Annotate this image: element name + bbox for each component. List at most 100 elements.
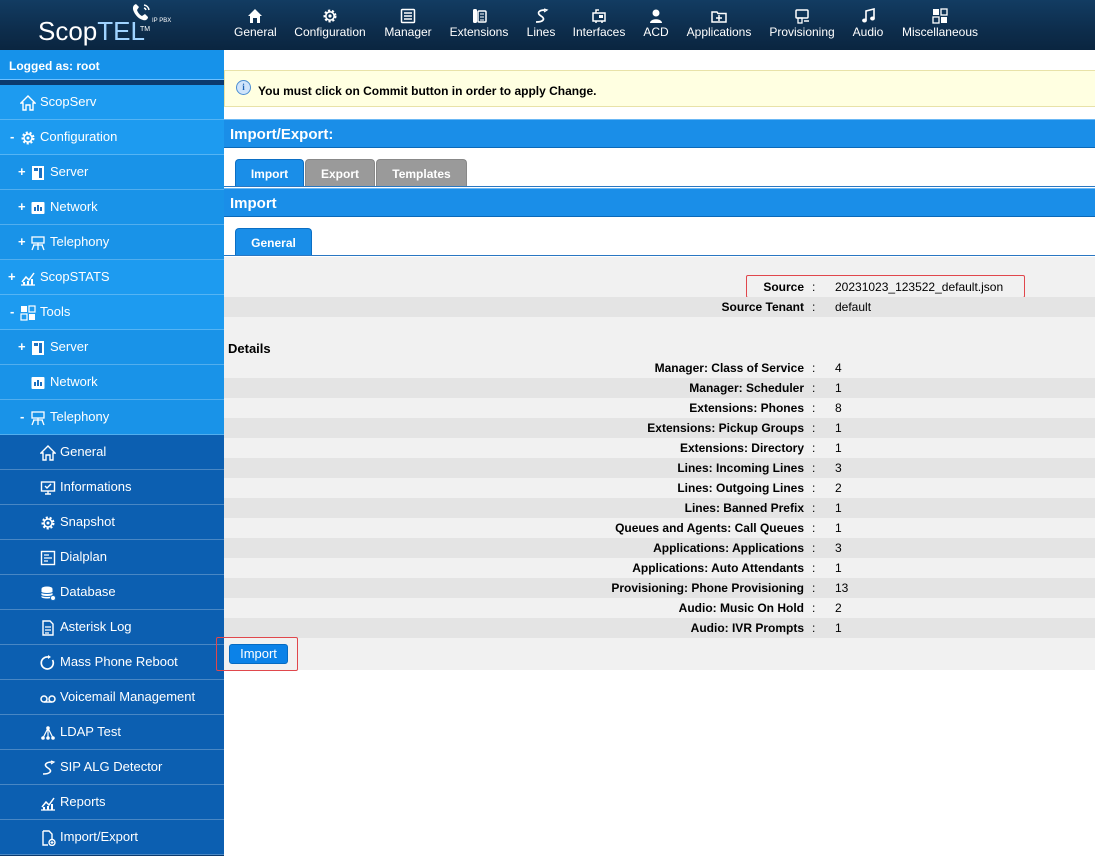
- separator: :: [812, 581, 816, 595]
- detail-label: Extensions: Pickup Groups: [647, 421, 804, 435]
- expand-toggle[interactable]: +: [18, 339, 28, 354]
- sidebar-item-tools[interactable]: - Tools: [0, 295, 224, 330]
- detail-label: Audio: Music On Hold: [678, 601, 804, 615]
- scoptel-logo[interactable]: ScopTEL TM IP PBX: [36, 4, 176, 46]
- sidebar-item-reports[interactable]: Reports: [0, 785, 224, 820]
- detail-value: 1: [835, 381, 842, 395]
- sidebar-item-general[interactable]: General: [0, 435, 224, 470]
- monitor-icon: [40, 481, 56, 495]
- main-tabs: Import Export Templates: [224, 149, 1095, 187]
- detail-label: Lines: Outgoing Lines: [677, 481, 804, 495]
- sidebar-item-database[interactable]: Database: [0, 575, 224, 610]
- topnav-miscellaneous[interactable]: Miscellaneous: [901, 8, 979, 42]
- topnav-configuration[interactable]: Configuration: [294, 8, 366, 42]
- detail-value: 3: [835, 461, 842, 475]
- detail-row: Audio: Music On Hold: 2: [224, 598, 1095, 618]
- sidebar-item-asterisk-log[interactable]: Asterisk Log: [0, 610, 224, 645]
- detail-row: Lines: Incoming Lines: 3: [224, 458, 1095, 478]
- sidebar-item-server[interactable]: + Server: [0, 155, 224, 190]
- separator: :: [812, 521, 816, 535]
- separator: :: [812, 401, 816, 415]
- phone-icon: [473, 9, 487, 23]
- topnav-manager[interactable]: Manager: [384, 8, 432, 42]
- topnav-provisioning[interactable]: Provisioning: [769, 8, 835, 42]
- sidebar-item-network[interactable]: Network: [0, 365, 224, 400]
- import-export-icon: [42, 830, 56, 846]
- expand-toggle[interactable]: +: [18, 164, 28, 179]
- sidebar: Logged as: root ScopServ - Configuration + S…: [0, 50, 224, 856]
- music-icon: [862, 8, 875, 23]
- detail-row: Provisioning: Phone Provisioning: 13: [224, 578, 1095, 598]
- detail-label: Applications: Auto Attendants: [632, 561, 804, 575]
- main-content: i You must click on Commit button in ord…: [216, 50, 1095, 856]
- detail-row: Extensions: Pickup Groups: 1: [224, 418, 1095, 438]
- home-icon: [248, 9, 262, 23]
- expand-toggle[interactable]: +: [18, 199, 28, 214]
- sidebar-item-dialplan[interactable]: Dialplan: [0, 540, 224, 575]
- sidebar-item-ldap-test[interactable]: LDAP Test: [0, 715, 224, 750]
- sidebar-item-voicemail-management[interactable]: Voicemail Management: [0, 680, 224, 715]
- telephony-icon: [31, 236, 45, 251]
- sidebar-item-label: Database: [60, 584, 116, 599]
- sidebar-item-snapshot[interactable]: Snapshot: [0, 505, 224, 540]
- sidebar-item-telephony[interactable]: + Telephony: [0, 225, 224, 260]
- sidebar-item-import-export[interactable]: Import/Export: [0, 820, 224, 855]
- sidebar-item-label: Asterisk Log: [60, 619, 132, 634]
- separator: :: [812, 461, 816, 475]
- sidebar-item-label: Server: [50, 339, 89, 354]
- topnav-general[interactable]: General: [234, 8, 277, 42]
- tab-templates[interactable]: Templates: [376, 159, 467, 186]
- expand-toggle[interactable]: -: [10, 129, 20, 144]
- detail-value: 1: [835, 521, 842, 535]
- sidebar-item-label: LDAP Test: [60, 724, 121, 739]
- sidebar-item-scopserv[interactable]: ScopServ: [0, 85, 224, 120]
- sidebar-item-label: ScopServ: [40, 94, 97, 109]
- sidebar-item-label: Network: [50, 199, 98, 214]
- separator: :: [812, 601, 816, 615]
- expand-toggle[interactable]: +: [8, 269, 18, 284]
- tools-icon: [20, 305, 36, 321]
- sidebar-item-sip-alg-detector[interactable]: SIP ALG Detector: [0, 750, 224, 785]
- expand-toggle[interactable]: -: [20, 409, 30, 424]
- separator: :: [812, 541, 816, 555]
- separator: :: [812, 361, 816, 375]
- detail-value: 1: [835, 561, 842, 575]
- detail-label: Manager: Scheduler: [689, 381, 804, 395]
- sidebar-item-telephony[interactable]: - Telephony: [0, 400, 224, 435]
- phone-logo-icon: [132, 4, 150, 21]
- sidebar-item-scopstats[interactable]: + ScopSTATS: [0, 260, 224, 295]
- sidebar-item-label: Server: [50, 164, 89, 179]
- sidebar-item-label: Snapshot: [60, 514, 115, 529]
- interfaces-icon: [592, 9, 606, 23]
- sidebar-item-label: Telephony: [50, 409, 110, 424]
- topnav-audio[interactable]: Audio: [852, 8, 884, 42]
- sidebar-item-server[interactable]: + Server: [0, 330, 224, 365]
- tab-export[interactable]: Export: [305, 159, 375, 186]
- sidebar-item-label: Configuration: [40, 129, 118, 144]
- separator: :: [812, 501, 816, 515]
- tab-import[interactable]: Import: [235, 159, 304, 186]
- sidebar-item-label: Network: [50, 374, 98, 389]
- sidebar-item-label: General: [60, 444, 107, 459]
- topnav-acd[interactable]: ACD: [642, 8, 670, 42]
- detail-value: 8: [835, 401, 842, 415]
- topnav-applications[interactable]: Applications: [686, 8, 752, 42]
- detail-label: Audio: IVR Prompts: [690, 621, 804, 635]
- detail-row: Manager: Scheduler: 1: [224, 378, 1095, 398]
- network-icon: [31, 202, 45, 214]
- topnav-extensions[interactable]: Extensions: [449, 8, 509, 42]
- expand-toggle[interactable]: -: [10, 304, 20, 319]
- stats-icon: [41, 797, 55, 811]
- sidebar-item-informations[interactable]: Informations: [0, 470, 224, 505]
- sidebar-item-configuration[interactable]: - Configuration: [0, 120, 224, 155]
- sidebar-item-mass-phone-reboot[interactable]: Mass Phone Reboot: [0, 645, 224, 680]
- import-button[interactable]: Import: [229, 644, 288, 664]
- sidebar-item-label: Voicemail Management: [60, 689, 196, 704]
- topnav-interfaces[interactable]: Interfaces: [572, 8, 626, 42]
- expand-toggle[interactable]: +: [18, 234, 28, 249]
- sidebar-item-network[interactable]: + Network: [0, 190, 224, 225]
- topnav-lines[interactable]: Lines: [526, 8, 556, 42]
- import-form: Source : 20231023_123522_default.json So…: [216, 257, 1095, 671]
- tab-general[interactable]: General: [235, 228, 312, 255]
- detail-row: Extensions: Phones: 8: [224, 398, 1095, 418]
